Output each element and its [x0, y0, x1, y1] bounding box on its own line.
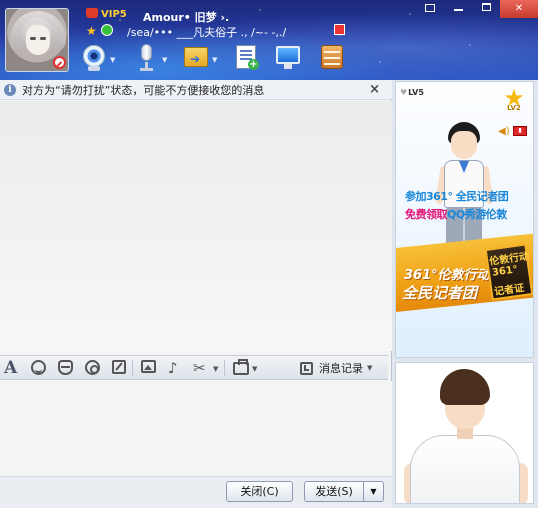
file-transfer-icon[interactable]: ➔ — [182, 42, 210, 72]
send-options-dropdown[interactable]: ▼ — [363, 481, 384, 502]
chat-window-header: VIP5 Amour• 旧梦 ›. ★ /sea/••• ___凡夫俗子 ., … — [0, 0, 538, 80]
scissors-icon[interactable]: ✂ — [193, 360, 211, 376]
microphone-icon[interactable] — [132, 42, 160, 72]
image-icon[interactable] — [141, 360, 156, 373]
promo-line-1: 参加361° 全民记者团 — [405, 190, 509, 203]
avatar-eye-left — [30, 37, 36, 40]
close-button[interactable]: 关闭(C) — [226, 481, 293, 502]
contact-signature: /sea/••• ___凡夫俗子 ., /~- -,./ — [127, 26, 287, 39]
gift-icon[interactable] — [85, 360, 100, 375]
qzone-icon[interactable] — [101, 24, 113, 36]
file-dropdown-chevron[interactable]: ▼ — [212, 56, 217, 64]
promo-banner-line-1: 361°伦敦行动 — [404, 268, 490, 283]
webcam-icon[interactable] — [80, 42, 108, 72]
history-label: 消息记录 — [319, 362, 363, 375]
star-level-text: LV2 — [507, 104, 521, 112]
bag-icon[interactable] — [233, 359, 249, 375]
toolbar-divider — [224, 360, 225, 376]
star-level-icon[interactable]: ★ LV2 — [501, 86, 527, 114]
document-icon[interactable]: + — [232, 42, 260, 72]
avatar-eye-right — [40, 37, 46, 40]
history-dropdown-chevron: ▼ — [367, 364, 373, 372]
minimize-icon[interactable] — [444, 0, 472, 18]
close-icon[interactable]: ✕ — [500, 0, 538, 18]
contact-avatar[interactable] — [5, 8, 69, 72]
screenshot-dropdown-chevron[interactable]: ▼ — [213, 365, 218, 373]
contact-qq-show[interactable]: ♥LV5 ★ LV2 ◀) ▮ 参加361° 全民记者团 免费领取QQ秀游伦敦 … — [395, 81, 534, 358]
magic-emoji-icon[interactable] — [58, 360, 73, 375]
toolbar-divider — [132, 360, 133, 376]
music-icon[interactable]: ♪ — [168, 360, 186, 376]
vip-level-text: VIP5 — [101, 9, 127, 20]
dnd-notice-bar: i 对方为“请勿打扰”状态，可能不方便接收您的消息 × — [0, 80, 392, 100]
qq-show-level-badge: ♥LV5 — [400, 88, 424, 97]
qq-show-level-text: LV5 — [408, 88, 424, 97]
star-icon[interactable]: ★ — [86, 24, 97, 38]
do-not-disturb-icon — [53, 56, 66, 69]
message-input[interactable] — [0, 381, 392, 476]
send-button[interactable]: 发送(S) — [304, 481, 364, 502]
qq-show-panel: ♥LV5 ★ LV2 ◀) ▮ 参加361° 全民记者团 免费领取QQ秀游伦敦 … — [394, 80, 538, 508]
window-controls: ✕ — [416, 0, 538, 18]
dnd-notice-text: 对方为“请勿打扰”状态，可能不方便接收您的消息 — [22, 83, 265, 97]
record-icon[interactable]: ▮ — [513, 126, 527, 136]
signature-share-icon[interactable] — [334, 24, 345, 35]
bottom-button-bar: 关闭(C) 发送(S) ▼ — [0, 476, 392, 508]
webcam-dropdown-chevron[interactable]: ▼ — [110, 56, 115, 64]
bag-dropdown-chevron[interactable]: ▼ — [252, 365, 257, 373]
message-history-button[interactable]: 消息记录 ▼ — [300, 358, 372, 378]
history-icon — [300, 361, 313, 375]
my-qq-show[interactable] — [395, 362, 534, 504]
info-icon: i — [4, 83, 16, 96]
chat-panel: i 对方为“请勿打扰”状态，可能不方便接收您的消息 × A ♪ ✂ ▼ ▼ 消息… — [0, 80, 392, 508]
message-history-area[interactable] — [0, 101, 392, 351]
my-qq-show-hair — [440, 369, 490, 405]
vip-badge[interactable]: VIP5 — [86, 8, 127, 20]
menu-icon[interactable] — [416, 0, 444, 18]
screen-share-icon[interactable] — [274, 42, 302, 72]
edit-icon[interactable] — [112, 360, 126, 374]
font-icon[interactable]: A — [4, 360, 22, 377]
vip-crown-icon — [86, 8, 98, 18]
promo-line-2: 免费领取QQ秀游伦敦 — [405, 206, 507, 222]
maximize-icon[interactable] — [472, 0, 500, 18]
mic-dropdown-chevron[interactable]: ▼ — [162, 56, 167, 64]
app-box-icon[interactable] — [318, 42, 346, 72]
avatar-face — [26, 25, 50, 55]
emoji-icon[interactable] — [31, 360, 46, 375]
notice-close-icon[interactable]: × — [369, 82, 380, 97]
promo-line-2-blue: QQ秀游伦敦 — [447, 208, 507, 221]
input-toolbar: A ♪ ✂ ▼ ▼ 消息记录 ▼ — [0, 355, 388, 380]
promo-line-2-pink: 免费领取 — [405, 208, 448, 221]
promo-banner-line-2: 全民记者团 — [402, 284, 478, 302]
my-qq-show-shirt — [410, 435, 520, 503]
contact-nickname: Amour• 旧梦 ›. — [143, 11, 230, 24]
